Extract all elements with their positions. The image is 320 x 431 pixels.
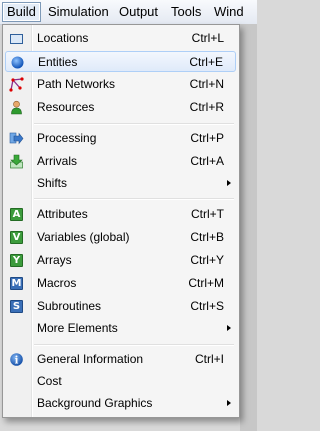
submenu-arrow-icon	[227, 325, 231, 331]
menu-item-subroutines[interactable]: S Subroutines Ctrl+S	[5, 296, 236, 317]
menu-window[interactable]: Wind	[210, 3, 248, 21]
svg-text:i: i	[15, 355, 19, 366]
menu-item-shifts[interactable]: Shifts	[5, 173, 236, 194]
menu-item-shortcut: Ctrl+L	[191, 31, 224, 45]
info-icon: i	[9, 352, 24, 367]
menu-item-locations[interactable]: Locations Ctrl+L	[5, 28, 236, 49]
build-menu-dropdown: Locations Ctrl+L Entities Ctrl+E Path Ne…	[2, 24, 240, 418]
menu-item-label: Path Networks	[37, 77, 116, 91]
menu-item-cost[interactable]: Cost	[5, 371, 236, 392]
menu-item-label: Processing	[37, 131, 97, 145]
menu-item-arrays[interactable]: Y Arrays Ctrl+Y	[5, 250, 236, 271]
menu-item-shortcut: Ctrl+S	[190, 299, 224, 313]
menu-item-shortcut: Ctrl+M	[188, 276, 224, 290]
menu-output[interactable]: Output	[115, 3, 162, 21]
menu-item-label: Cost	[37, 374, 62, 388]
menu-item-more-elements[interactable]: More Elements	[5, 318, 236, 339]
resources-icon	[9, 100, 24, 115]
menu-item-label: Macros	[37, 276, 77, 290]
processing-icon	[9, 131, 24, 146]
menu-item-shortcut: Ctrl+Y	[190, 253, 224, 267]
submenu-arrow-icon	[227, 180, 231, 186]
menu-item-label: More Elements	[37, 321, 118, 335]
path-networks-icon	[9, 77, 24, 92]
menu-item-label: Locations	[37, 31, 89, 45]
submenu-arrow-icon	[227, 400, 231, 406]
menu-item-label: Arrays	[37, 253, 72, 267]
menu-item-arrivals[interactable]: Arrivals Ctrl+A	[5, 151, 236, 172]
menu-tools[interactable]: Tools	[167, 3, 205, 21]
menu-separator	[34, 198, 234, 200]
menu-item-shortcut: Ctrl+T	[191, 207, 224, 221]
locations-icon	[9, 31, 24, 46]
menu-build[interactable]: Build	[2, 2, 41, 22]
macros-icon: M	[10, 277, 23, 290]
menu-item-entities[interactable]: Entities Ctrl+E	[5, 51, 236, 72]
menu-item-background-graphics[interactable]: Background Graphics	[5, 393, 236, 414]
menu-item-processing[interactable]: Processing Ctrl+P	[5, 128, 236, 149]
arrivals-icon	[9, 154, 24, 169]
menu-item-shortcut: Ctrl+R	[189, 100, 224, 114]
menu-item-label: Subroutines	[37, 299, 102, 313]
menu-item-shortcut: Ctrl+P	[190, 131, 224, 145]
menu-item-label: Arrivals	[37, 154, 78, 168]
background-area	[240, 24, 257, 431]
menu-item-label: Variables (global)	[37, 230, 130, 244]
menu-item-path-networks[interactable]: Path Networks Ctrl+N	[5, 74, 236, 95]
menu-item-label: Attributes	[37, 207, 88, 221]
subroutines-icon: S	[9, 299, 24, 314]
menu-item-label: Resources	[37, 100, 95, 114]
attributes-icon: A	[9, 207, 24, 222]
menu-item-shortcut: Ctrl+I	[194, 352, 224, 366]
menu-item-shortcut: Ctrl+B	[190, 230, 224, 244]
variables-icon: V	[9, 230, 24, 245]
menu-item-label: Background Graphics	[37, 396, 153, 410]
menu-simulation[interactable]: Simulation	[44, 3, 113, 21]
menu-item-resources[interactable]: Resources Ctrl+R	[5, 97, 236, 118]
menu-item-shortcut: Ctrl+N	[189, 77, 224, 91]
menu-item-attributes[interactable]: A Attributes Ctrl+T	[5, 204, 236, 225]
menu-item-macros[interactable]: M Macros Ctrl+M	[5, 273, 236, 294]
menu-item-label: Entities	[38, 55, 78, 69]
menu-separator	[34, 123, 234, 125]
arrays-icon: Y	[9, 253, 24, 268]
menu-item-general-information[interactable]: i General Information Ctrl+I	[5, 349, 236, 370]
menu-item-variables-global[interactable]: V Variables (global) Ctrl+B	[5, 227, 236, 248]
entities-icon	[10, 55, 25, 70]
menu-item-shortcut: Ctrl+E	[189, 55, 223, 69]
menu-separator	[34, 344, 234, 346]
menu-item-shortcut: Ctrl+A	[190, 154, 224, 168]
menu-bar: Build Simulation Output Tools Wind	[0, 0, 257, 25]
menu-item-label: Shifts	[37, 176, 68, 190]
menu-item-label: General Information	[37, 352, 144, 366]
